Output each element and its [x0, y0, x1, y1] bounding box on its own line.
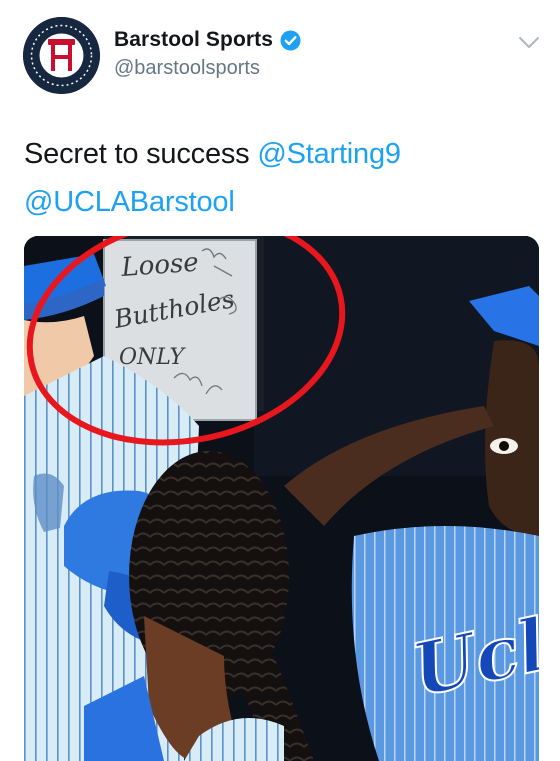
sign-line: ONLY: [119, 345, 186, 370]
avatar[interactable]: [23, 17, 100, 94]
tweet-photo[interactable]: Loose Buttholes ONLY Ucla: [24, 236, 539, 761]
sign-line: Loose: [119, 248, 199, 283]
account-handle[interactable]: @barstoolsports: [114, 57, 260, 80]
mention-link[interactable]: @Starting9: [257, 138, 401, 170]
tweet-text: Secret to success @Starting9 @UCLABarsto…: [24, 130, 539, 226]
barstool-logo-icon: [23, 17, 100, 94]
chevron-down-icon[interactable]: [518, 36, 540, 50]
tweet-card: Barstool Sports @barstoolsports Secret t…: [0, 0, 560, 761]
photo-scene: Loose Buttholes ONLY Ucla: [24, 236, 539, 761]
tweet-text-prefix: Secret to success: [24, 138, 258, 170]
verified-badge-icon: [280, 30, 301, 51]
display-name[interactable]: Barstool Sports: [114, 28, 273, 52]
mention-link[interactable]: @UCLABarstool: [24, 186, 235, 218]
name-row: Barstool Sports: [114, 28, 301, 52]
